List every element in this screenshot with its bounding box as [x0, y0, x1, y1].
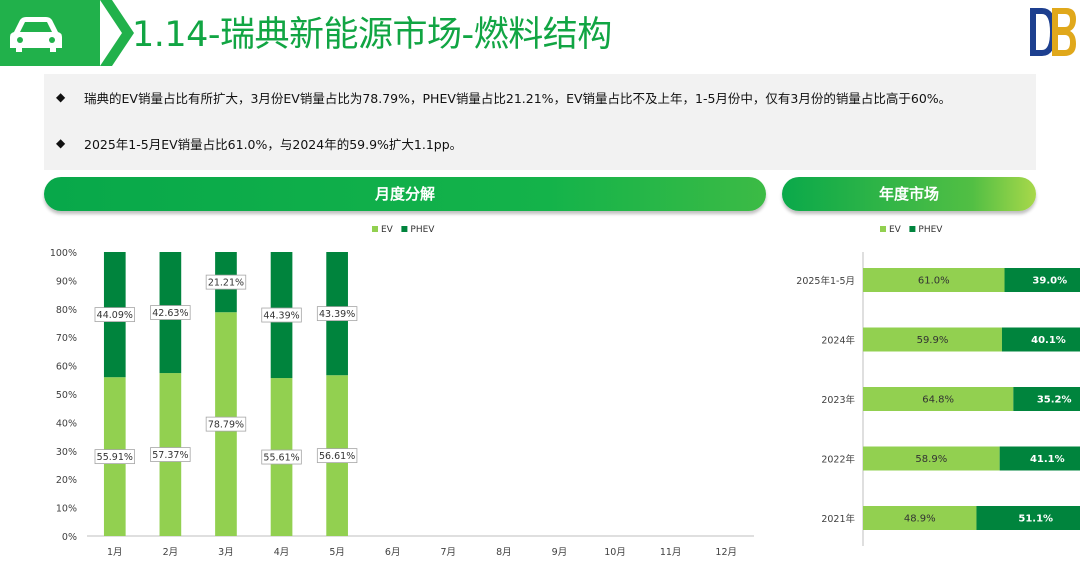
x-tick-label: 8月 [496, 547, 512, 558]
x-tick-label: 10月 [604, 547, 626, 558]
data-label-ev: 55.61% [263, 453, 299, 464]
legend-label-ev: EV [889, 225, 902, 235]
y-category-label: 2021年 [821, 513, 855, 525]
x-tick-label: 1月 [107, 547, 123, 558]
data-label-ev: 57.37% [152, 450, 188, 461]
legend-label-phev: PHEV [410, 225, 435, 235]
data-label-ev: 78.79% [208, 420, 244, 431]
y-tick-label: 70% [56, 333, 77, 344]
data-label-phev: 40.1% [1031, 335, 1066, 346]
data-label-ev: 48.9% [904, 514, 936, 525]
data-label-phev: 21.21% [208, 278, 244, 289]
x-tick-label: 9月 [552, 547, 568, 558]
data-label-ev: 59.9% [917, 335, 949, 346]
data-label-phev: 39.0% [1032, 276, 1067, 287]
data-label-phev: 44.09% [97, 310, 133, 321]
data-label-phev: 51.1% [1018, 514, 1053, 525]
y-category-label: 2024年 [821, 335, 855, 347]
legend-label-phev: PHEV [918, 225, 943, 235]
legend-swatch-phev [909, 226, 916, 232]
y-tick-label: 0% [62, 532, 77, 543]
legend-label-ev: EV [381, 225, 394, 235]
y-category-label: 2025年1-5月 [796, 275, 855, 287]
legend-swatch-phev [401, 226, 408, 232]
data-label-phev: 35.2% [1037, 395, 1072, 406]
data-label-ev: 56.61% [319, 451, 355, 462]
x-tick-label: 4月 [274, 547, 290, 558]
legend-swatch-ev [372, 226, 378, 232]
y-category-label: 2022年 [821, 454, 855, 466]
x-tick-label: 6月 [385, 547, 401, 558]
data-label-phev: 44.39% [263, 311, 299, 322]
charts-canvas: EV PHEV 0% 10% 20% 30% 40% 50% 60% 70% 80% 90% 100% 1… [50, 225, 1080, 558]
legend-swatch-ev [880, 226, 886, 232]
y-tick-label: 60% [56, 362, 77, 373]
x-tick-label: 2月 [163, 547, 179, 558]
x-tick-label: 12月 [715, 547, 737, 558]
y-tick-label: 90% [56, 276, 77, 287]
y-tick-label: 50% [56, 390, 77, 401]
y-tick-label: 10% [56, 504, 77, 515]
x-tick-label: 7月 [441, 547, 457, 558]
x-tick-label: 3月 [218, 547, 234, 558]
y-tick-label: 30% [56, 447, 77, 458]
y-tick-label: 40% [56, 418, 77, 429]
y-tick-label: 20% [56, 475, 77, 486]
data-label-ev: 58.9% [915, 454, 947, 465]
data-label-phev: 42.63% [152, 308, 188, 319]
data-label-phev: 43.39% [319, 309, 355, 320]
data-label-phev: 41.1% [1030, 454, 1065, 465]
data-label-ev: 64.8% [922, 395, 954, 406]
data-label-ev: 55.91% [97, 452, 133, 463]
y-tick-label: 100% [50, 248, 77, 259]
data-label-ev: 61.0% [918, 276, 950, 287]
y-tick-label: 80% [56, 305, 77, 316]
y-category-label: 2023年 [821, 394, 855, 406]
x-tick-label: 11月 [660, 547, 682, 558]
x-tick-label: 5月 [329, 547, 345, 558]
